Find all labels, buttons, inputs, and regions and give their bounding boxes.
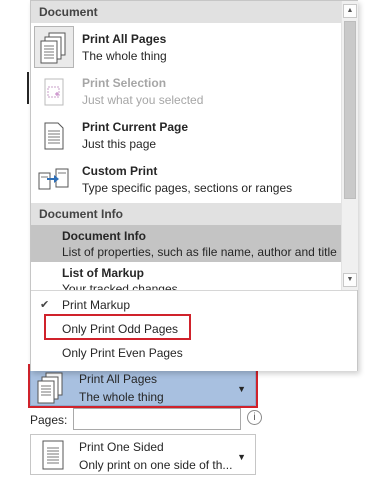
selection-icon bbox=[37, 75, 71, 109]
option-label: Only Print Even Pages bbox=[62, 346, 183, 360]
scrollbar-thumb[interactable] bbox=[344, 21, 356, 199]
background-edge bbox=[27, 72, 29, 104]
pages-input[interactable] bbox=[73, 408, 241, 430]
pages-label: Pages: bbox=[30, 413, 68, 427]
option-only-print-odd-pages[interactable]: Only Print Odd Pages bbox=[31, 318, 357, 340]
menu-item-title: Print Selection bbox=[82, 76, 167, 90]
print-sides-desc: Only print on one side of th... bbox=[79, 458, 233, 472]
custom-print-icon bbox=[37, 163, 71, 197]
chevron-down-icon: ▼ bbox=[237, 384, 246, 394]
option-label: Only Print Odd Pages bbox=[62, 322, 179, 336]
all-pages-icon bbox=[37, 31, 71, 65]
menu-scrollbar[interactable]: ▲ ▼ bbox=[341, 1, 358, 290]
menu-item-desc: Type specific pages, sections or ranges bbox=[82, 181, 293, 195]
menu-item-desc: The whole thing bbox=[82, 49, 167, 63]
menu-item-title: Print Current Page bbox=[82, 120, 189, 134]
print-sides-title: Print One Sided bbox=[79, 440, 164, 454]
print-pages-menu: Document Print All Pages The whole thing bbox=[30, 0, 358, 371]
current-page-icon bbox=[37, 119, 71, 153]
one-sided-icon bbox=[37, 440, 67, 472]
menu-item-custom-print[interactable]: Custom Print Type specific pages, sectio… bbox=[31, 157, 341, 201]
menu-item-desc: List of properties, such as file name, a… bbox=[62, 245, 337, 259]
info-icon[interactable]: i bbox=[247, 410, 262, 425]
print-scope-dropdown[interactable]: Print All Pages The whole thing ▼ bbox=[30, 366, 256, 406]
option-print-markup[interactable]: ✔ Print Markup bbox=[31, 294, 357, 316]
menu-item-title: Document Info bbox=[62, 229, 146, 243]
print-scope-desc: The whole thing bbox=[79, 390, 164, 404]
menu-item-document-info[interactable]: Document Info List of properties, such a… bbox=[31, 225, 341, 262]
all-pages-icon bbox=[37, 372, 67, 404]
section-header-document-info: Document Info bbox=[31, 203, 341, 225]
option-only-print-even-pages[interactable]: Only Print Even Pages bbox=[31, 342, 357, 364]
menu-item-print-current-page[interactable]: Print Current Page Just this page bbox=[31, 113, 341, 157]
menu-item-desc: Your tracked changes bbox=[62, 282, 178, 290]
menu-list: Document Print All Pages The whole thing bbox=[31, 1, 341, 290]
print-sides-dropdown[interactable]: Print One Sided Only print on one side o… bbox=[30, 434, 256, 475]
menu-item-title: Custom Print bbox=[82, 164, 158, 178]
menu-item-title: List of Markup bbox=[62, 266, 145, 280]
section-header-document: Document bbox=[31, 1, 341, 23]
menu-item-desc: Just what you selected bbox=[82, 93, 204, 107]
menu-item-title: Print All Pages bbox=[82, 32, 167, 46]
print-options: ✔ Print Markup Only Print Odd Pages Only… bbox=[31, 290, 357, 371]
scroll-down-icon[interactable]: ▼ bbox=[343, 273, 357, 287]
print-scope-title: Print All Pages bbox=[79, 372, 158, 386]
chevron-down-icon: ▼ bbox=[237, 452, 246, 462]
menu-item-print-selection[interactable]: Print Selection Just what you selected bbox=[31, 69, 341, 113]
menu-item-print-all-pages[interactable]: Print All Pages The whole thing bbox=[31, 25, 341, 69]
menu-item-list-of-markup[interactable]: List of Markup Your tracked changes bbox=[31, 262, 341, 290]
option-label: Print Markup bbox=[62, 298, 131, 312]
menu-item-desc: Just this page bbox=[82, 137, 157, 151]
scroll-up-icon[interactable]: ▲ bbox=[343, 4, 357, 18]
checkmark-icon: ✔ bbox=[40, 299, 50, 311]
